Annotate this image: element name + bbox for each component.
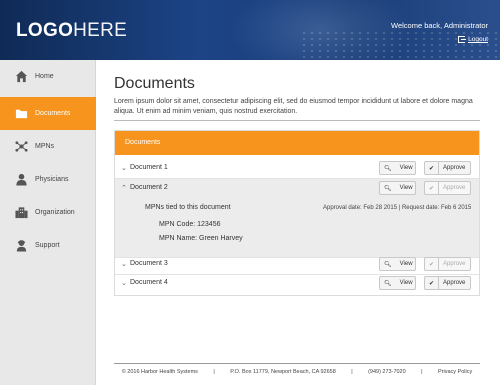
support-icon — [16, 240, 27, 252]
approve-label: Approve — [443, 165, 466, 171]
logo-bold-text: LOGO — [16, 20, 74, 41]
building-icon — [15, 207, 28, 219]
logout-icon — [458, 36, 467, 43]
page-title: Documents — [114, 75, 195, 92]
header-background-pattern — [300, 30, 500, 60]
chevron-down-icon[interactable]: ⌄ — [121, 164, 127, 172]
view-label: View — [399, 185, 413, 191]
document-detail: MPNs tied to this document Approval date… — [115, 197, 479, 257]
sidebar-item-label: Organization — [35, 209, 75, 216]
header-bar: LOGOHERE Welcome back, Administrator Log… — [0, 0, 500, 60]
document-row[interactable]: ⌄ Document 3 🔍︎ View ✔ Approve — [115, 255, 479, 273]
sidebar-item-physicians[interactable]: Physicians — [0, 163, 96, 196]
footer: © 2016 Harbor Health Systems | P.O. Box … — [114, 369, 480, 375]
view-button[interactable]: 🔍︎ View — [379, 257, 416, 271]
sidebar-item-organization[interactable]: Organization — [0, 196, 96, 229]
person-icon — [16, 173, 27, 186]
chevron-up-icon[interactable]: ⌃ — [121, 184, 127, 192]
footer-separator: | — [421, 369, 423, 375]
check-icon: ✔ — [429, 261, 435, 268]
approve-button[interactable]: ✔ Approve — [424, 276, 471, 290]
document-name: Document 3 — [130, 260, 168, 267]
approve-label: Approve — [443, 280, 466, 286]
footer-divider — [114, 363, 480, 364]
search-icon: 🔍︎ — [384, 185, 392, 192]
view-label: View — [399, 165, 413, 171]
mpn-code: MPN Code: 123456 — [159, 221, 221, 228]
button-divider — [438, 276, 440, 290]
logo[interactable]: LOGOHERE — [16, 20, 127, 42]
button-divider — [438, 161, 440, 175]
sidebar-item-support[interactable]: Support — [0, 229, 96, 262]
sidebar-item-label: Home — [35, 73, 54, 80]
footer-separator: | — [213, 369, 215, 375]
search-icon: 🔍︎ — [384, 280, 392, 287]
document-name: Document 2 — [130, 184, 168, 191]
document-row[interactable]: ⌄ Document 4 🔍︎ View ✔ Approve — [115, 274, 479, 292]
button-divider — [438, 257, 440, 271]
sidebar-item-documents[interactable]: Documents — [0, 97, 96, 130]
view-button[interactable]: 🔍︎ View — [379, 181, 416, 195]
footer-copyright: © 2016 Harbor Health Systems — [121, 369, 198, 375]
approve-button[interactable]: ✔ Approve — [424, 161, 471, 175]
check-icon: ✔ — [429, 165, 435, 172]
logout-label: Logout — [468, 36, 488, 43]
sidebar-item-home[interactable]: Home — [0, 60, 96, 93]
mpn-name: MPN Name: Green Harvey — [159, 235, 243, 242]
title-divider — [114, 120, 480, 121]
chevron-down-icon[interactable]: ⌄ — [121, 279, 127, 287]
mpn-heading: MPNs tied to this document — [145, 204, 231, 211]
sidebar-item-label: Support — [35, 242, 60, 249]
approve-button[interactable]: ✔ Approve — [424, 257, 471, 271]
document-row[interactable]: ⌃ Document 2 🔍︎ View ✔ Approve — [115, 179, 479, 197]
view-label: View — [399, 261, 413, 267]
document-row[interactable]: ⌄ Document 1 🔍︎ View ✔ Approve — [115, 159, 479, 177]
intro-text: Lorem ipsum dolor sit amet, consectetur … — [114, 98, 473, 115]
footer-address: P.O. Box 11779, Newport Beach, CA 92658 — [230, 369, 336, 375]
chevron-down-icon[interactable]: ⌄ — [121, 260, 127, 268]
privacy-policy-link[interactable]: Privacy Policy — [438, 369, 472, 375]
check-icon: ✔ — [429, 280, 435, 287]
view-label: View — [399, 280, 413, 286]
footer-phone: (949) 273-7020 — [368, 369, 406, 375]
search-icon: 🔍︎ — [384, 165, 392, 172]
approve-button[interactable]: ✔ Approve — [424, 181, 471, 195]
approve-label: Approve — [443, 261, 466, 267]
view-button[interactable]: 🔍︎ View — [379, 161, 416, 175]
document-name: Document 4 — [130, 279, 168, 286]
network-icon — [15, 141, 28, 152]
sidebar-item-label: Documents — [35, 110, 71, 117]
sidebar-item-label: Physicians — [35, 176, 69, 183]
footer-separator: | — [351, 369, 353, 375]
check-icon: ✔ — [429, 185, 435, 192]
approve-label: Approve — [443, 185, 466, 191]
panel-header: Documents — [115, 131, 479, 155]
welcome-message: Welcome back, Administrator — [391, 21, 488, 30]
sidebar-item-mpns[interactable]: MPNs — [0, 130, 96, 163]
document-name: Document 1 — [130, 164, 168, 171]
document-dates: Approval date: Feb 28 2015 | Request dat… — [323, 205, 472, 211]
sidebar-item-label: MPNs — [35, 143, 55, 150]
documents-panel: Documents ⌄ Document 1 🔍︎ View ✔ Approve ⌃… — [114, 130, 480, 296]
sidebar: Home Documents MPNs Physicians Organizat… — [0, 60, 96, 385]
logout-link[interactable]: Logout — [458, 36, 488, 43]
folder-icon — [15, 109, 28, 119]
home-icon — [15, 70, 28, 83]
logo-light-text: HERE — [73, 20, 128, 41]
search-icon: 🔍︎ — [384, 261, 392, 268]
button-divider — [438, 181, 440, 195]
view-button[interactable]: 🔍︎ View — [379, 276, 416, 290]
